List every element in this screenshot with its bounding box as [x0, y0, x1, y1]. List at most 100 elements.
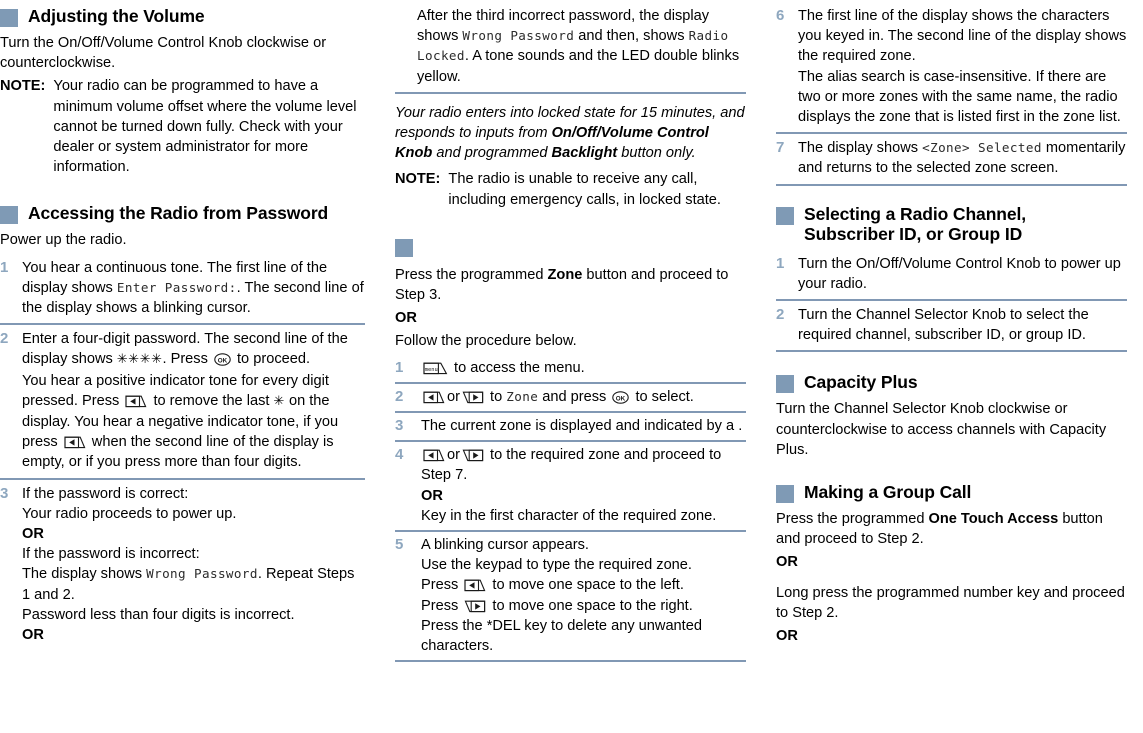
heading-square-marker-icon	[395, 238, 413, 257]
step3-line1: If the password is correct:	[22, 485, 189, 502]
heading-text: Adjusting the Volume	[28, 6, 205, 26]
note-label: NOTE:	[0, 78, 46, 95]
column-2: After the third incorrect password, the …	[381, 6, 762, 733]
section-heading-making-group-call: Making a Group Call	[776, 482, 1127, 504]
step-text: Turn the Channel Selector Knob to select…	[798, 307, 1089, 344]
paragraph-volume-knob: Turn the On/Off/Volume Control Knob cloc…	[0, 35, 327, 72]
heading-line-2: Subscriber ID, or Group ID	[804, 223, 1023, 244]
heading-square-marker-icon	[776, 485, 794, 504]
step-number: 1	[0, 258, 9, 276]
paragraph-locked-state: Your radio enters into locked state for …	[395, 104, 745, 162]
lcd-text-enter-password: Enter Password:	[116, 279, 237, 295]
step-text: or to the required zone and proceed to S…	[421, 447, 722, 524]
menu-key-icon: menu	[423, 362, 448, 375]
step-number: 5	[395, 536, 404, 554]
step-number: 2	[0, 330, 9, 348]
step-text: You hear a continuous tone. The first li…	[22, 259, 364, 317]
lcd-text-wrong-password: Wrong Password	[462, 28, 575, 44]
step-number: 1	[776, 254, 785, 272]
channel-step-2: 2 Turn the Channel Selector Knob to sele…	[776, 301, 1127, 350]
or-label: OR	[776, 554, 798, 571]
heading-line-1: Selecting a Radio Channel,	[804, 203, 1027, 224]
step-1: 1 You hear a continuous tone. The first …	[0, 254, 365, 324]
svg-text:OK: OK	[218, 358, 228, 365]
left-arrow-key-icon	[64, 436, 86, 449]
step3-line5: Password less than four digits is incorr…	[22, 606, 295, 623]
left-arrow-key-icon	[423, 449, 445, 462]
heading-square-marker-icon	[0, 9, 18, 27]
step6-line2: The alias search is case-insensitive. If…	[798, 68, 1121, 126]
left-arrow-key-icon	[464, 579, 486, 592]
substep-1: 1 menu to access the menu.	[395, 355, 746, 382]
note-locked-state: NOTE: The radio is unable to receive any…	[395, 169, 746, 209]
step-text: If the password is correct: Your radio p…	[22, 485, 355, 644]
section-heading-capacity-plus: Capacity Plus	[776, 372, 1127, 394]
step3-line3: If the password is incorrect:	[22, 546, 200, 563]
divider	[776, 350, 1127, 353]
lcd-asterisks: ✳✳✳✳	[116, 352, 163, 368]
step-text: After the third incorrect password, the …	[417, 8, 740, 85]
paragraph-long-press-number-key: Long press the programmed number key and…	[776, 584, 1125, 621]
divider	[395, 660, 746, 663]
note-text: The radio is unable to receive any call,…	[448, 171, 721, 208]
channel-step-1: 1 Turn the On/Off/Volume Control Knob to…	[776, 250, 1127, 299]
heading-text: Selecting a Radio Channel, Subscriber ID,…	[804, 204, 1026, 244]
step-text: The display shows <Zone> Selected moment…	[798, 140, 1126, 177]
paragraph-capacity-plus: Turn the Channel Selector Knob clockwise…	[776, 401, 1107, 458]
step6-line1: The first line of the display shows the …	[798, 8, 1127, 65]
column-1: Adjusting the Volume Turn the On/Off/Vol…	[0, 6, 381, 733]
ok-key-icon: OK	[214, 353, 231, 367]
heading-square-marker-icon	[776, 206, 794, 225]
step-3-continued: After the third incorrect password, the …	[395, 6, 746, 92]
step-number: 6	[776, 7, 785, 24]
manual-page: Adjusting the Volume Turn the On/Off/Vol…	[0, 0, 1143, 733]
lcd-text-wrong-password: Wrong Password	[146, 566, 258, 582]
heading-text: Making a Group Call	[804, 482, 972, 503]
substep-5: 5 A blinking cursor appears. Use the key…	[395, 532, 746, 660]
section-heading-zone-blank	[395, 236, 746, 257]
step-text: or to Zone and press OK to select.	[421, 387, 746, 407]
step-number: 2	[395, 387, 404, 405]
substep-2: 2 or to Zone and press OK to select.	[395, 384, 746, 411]
note-text: Your radio can be programmed to have a m…	[53, 78, 357, 176]
step3-line2: Your radio proceeds to power up.	[22, 505, 237, 522]
svg-text:menu: menu	[425, 367, 438, 373]
paragraph-follow-procedure: Follow the procedure below.	[395, 333, 577, 350]
divider	[395, 91, 746, 94]
step-text: Turn the On/Off/Volume Control Knob to p…	[798, 255, 1121, 292]
step-6: 6 The first line of the display shows th…	[776, 6, 1127, 132]
heading-square-marker-icon	[776, 375, 794, 394]
section-heading-selecting-channel: Selecting a Radio Channel, Subscriber ID,…	[776, 204, 1127, 244]
step-number: 3	[0, 484, 9, 502]
svg-text:OK: OK	[616, 395, 626, 402]
left-arrow-key-icon	[423, 391, 445, 404]
substep-4: 4 or to the required zone and proceed to…	[395, 442, 746, 530]
step-number-placeholder	[395, 6, 417, 87]
right-arrow-key-icon	[462, 449, 484, 462]
substep5-line5: Press the *DEL key to delete any unwante…	[421, 617, 702, 655]
step-text: The current zone is displayed and indica…	[421, 418, 743, 435]
step-number: 3	[395, 417, 404, 435]
heading-text: Capacity Plus	[804, 372, 918, 393]
paragraph-press-zone-button: Press the programmed Zone button and pro…	[395, 266, 729, 304]
left-arrow-key-icon	[125, 395, 147, 408]
substep5-line2: Use the keypad to type the required zone…	[421, 557, 692, 574]
or-label: OR	[395, 310, 417, 327]
substep5-line1: A blinking cursor appears.	[421, 537, 589, 554]
or-label: OR	[776, 628, 798, 645]
step-number: 2	[776, 306, 785, 324]
step-number: 1	[395, 358, 404, 376]
right-arrow-key-icon	[464, 600, 486, 613]
paragraph-power-up: Power up the radio.	[0, 232, 127, 249]
step-3: 3 If the password is correct: Your radio…	[0, 480, 365, 651]
lcd-text-zone: Zone	[506, 388, 539, 404]
or-label: OR	[22, 627, 44, 644]
step-2: 2 Enter a four-digit password. The secon…	[0, 325, 365, 477]
or-label: OR	[421, 487, 443, 504]
note-volume-offset: NOTE: Your radio can be programmed to ha…	[0, 76, 365, 177]
lcd-text-zone-selected: <Zone> Selected	[922, 140, 1042, 156]
step-text: menu to access the menu.	[423, 359, 585, 376]
step-number: 7	[776, 139, 785, 157]
step-text: A blinking cursor appears. Use the keypa…	[421, 537, 702, 655]
lcd-asterisk: ✳	[273, 393, 285, 409]
